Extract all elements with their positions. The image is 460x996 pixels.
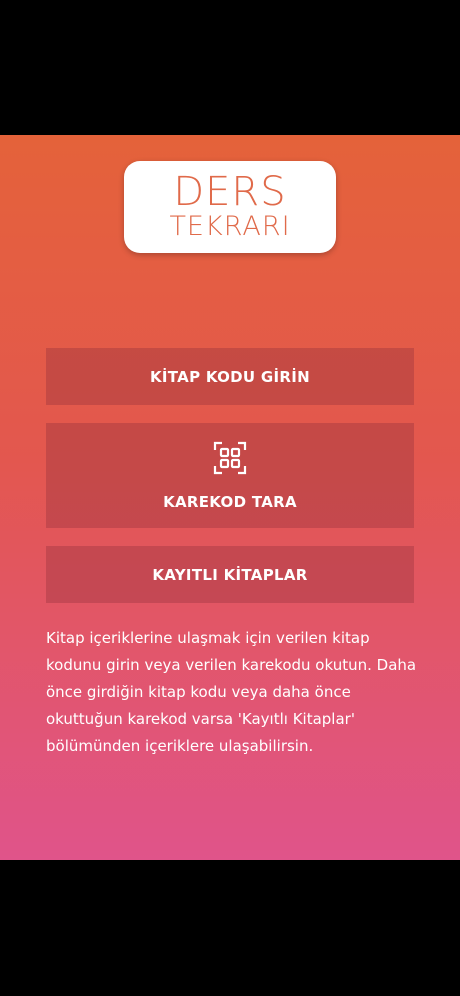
qr-scan-icon <box>213 441 247 474</box>
saved-books-label: KAYITLI KİTAPLAR <box>152 565 308 584</box>
enter-book-code-label: KİTAP KODU GİRİN <box>149 367 311 386</box>
info-text: Kitap içeriklerine ulaşmak için verilen … <box>46 629 417 755</box>
logo-title-line2: TEKRARI <box>169 211 291 242</box>
app-screen: DERS TEKRARI KİTAP KODU GİRİN KAREKOD TA… <box>0 135 460 860</box>
scan-qr-button[interactable]: KAREKOD TARA <box>46 423 414 528</box>
app-logo: DERS TEKRARI <box>124 161 336 253</box>
scan-qr-label: KAREKOD TARA <box>163 492 297 511</box>
logo-title-line1: DERS <box>173 169 287 215</box>
enter-book-code-button[interactable]: KİTAP KODU GİRİN <box>46 348 414 405</box>
saved-books-button[interactable]: KAYITLI KİTAPLAR <box>46 546 414 603</box>
